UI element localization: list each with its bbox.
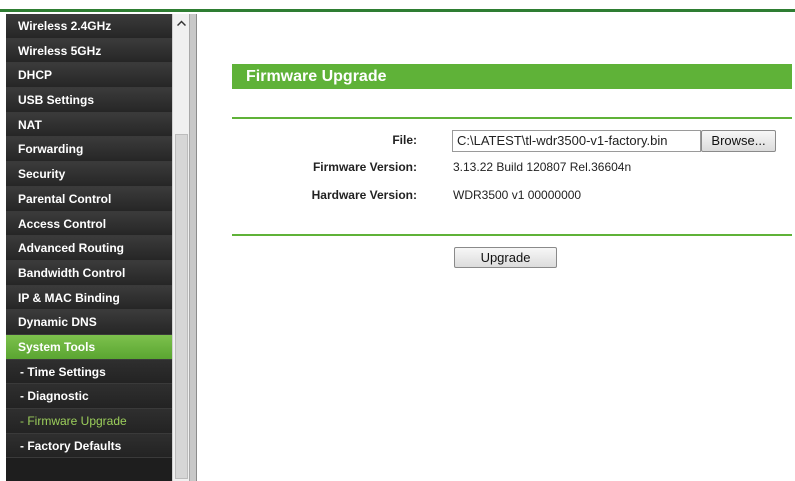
firmware-version-label: Firmware Version:: [312, 160, 417, 174]
main-content: Firmware Upgrade File: C:\LATEST\tl-wdr3…: [197, 14, 795, 481]
hardware-version-value: WDR3500 v1 00000000: [453, 188, 582, 202]
file-path-input[interactable]: C:\LATEST\tl-wdr3500-v1-factory.bin: [452, 130, 701, 152]
page-title: Firmware Upgrade: [232, 64, 792, 89]
section-divider-bottom: [232, 234, 792, 236]
upgrade-button[interactable]: Upgrade: [454, 247, 557, 268]
sidebar-item-dhcp[interactable]: DHCP: [6, 63, 172, 89]
sidebar-subitem-factory-defaults[interactable]: - Factory Defaults: [6, 433, 172, 459]
top-accent-line: [0, 9, 795, 12]
sidebar-item-forwarding[interactable]: Forwarding: [6, 137, 172, 163]
hardware-version-label: Hardware Version:: [311, 188, 417, 202]
firmware-version-value: 3.13.22 Build 120807 Rel.36604n: [453, 160, 632, 174]
chevron-up-icon: [177, 20, 186, 26]
sidebar-item-nat[interactable]: NAT: [6, 112, 172, 138]
scroll-thumb[interactable]: [175, 134, 188, 479]
sidebar-subitem-diagnostic[interactable]: - Diagnostic: [6, 384, 172, 409]
sidebar-menu: Wireless 2.4GHz Wireless 5GHz DHCP USB S…: [6, 14, 172, 481]
sidebar-subitem-firmware-upgrade[interactable]: - Firmware Upgrade: [6, 409, 172, 434]
sidebar-scrollbar[interactable]: [172, 14, 190, 481]
top-strip: [0, 0, 795, 12]
file-label: File:: [392, 133, 417, 147]
sidebar-item-wireless-5ghz[interactable]: Wireless 5GHz: [6, 38, 172, 64]
browse-button[interactable]: Browse...: [701, 130, 776, 152]
sidebar-subitem-time-settings[interactable]: - Time Settings: [6, 359, 172, 385]
sidebar-item-parental-control[interactable]: Parental Control: [6, 186, 172, 212]
sidebar-item-usb-settings[interactable]: USB Settings: [6, 88, 172, 113]
sidebar-item-wireless-2-4ghz[interactable]: Wireless 2.4GHz: [6, 14, 172, 39]
section-divider-top: [232, 117, 792, 119]
sidebar-item-ip-mac-binding[interactable]: IP & MAC Binding: [6, 285, 172, 311]
sidebar-item-bandwidth-control[interactable]: Bandwidth Control: [6, 260, 172, 286]
sidebar-item-advanced-routing[interactable]: Advanced Routing: [6, 236, 172, 261]
sidebar-item-security[interactable]: Security: [6, 162, 172, 187]
scroll-up-button[interactable]: [173, 14, 190, 32]
sidebar-item-system-tools[interactable]: System Tools: [6, 334, 172, 360]
sidebar-item-access-control[interactable]: Access Control: [6, 211, 172, 237]
sidebar-item-dynamic-dns[interactable]: Dynamic DNS: [6, 310, 172, 335]
